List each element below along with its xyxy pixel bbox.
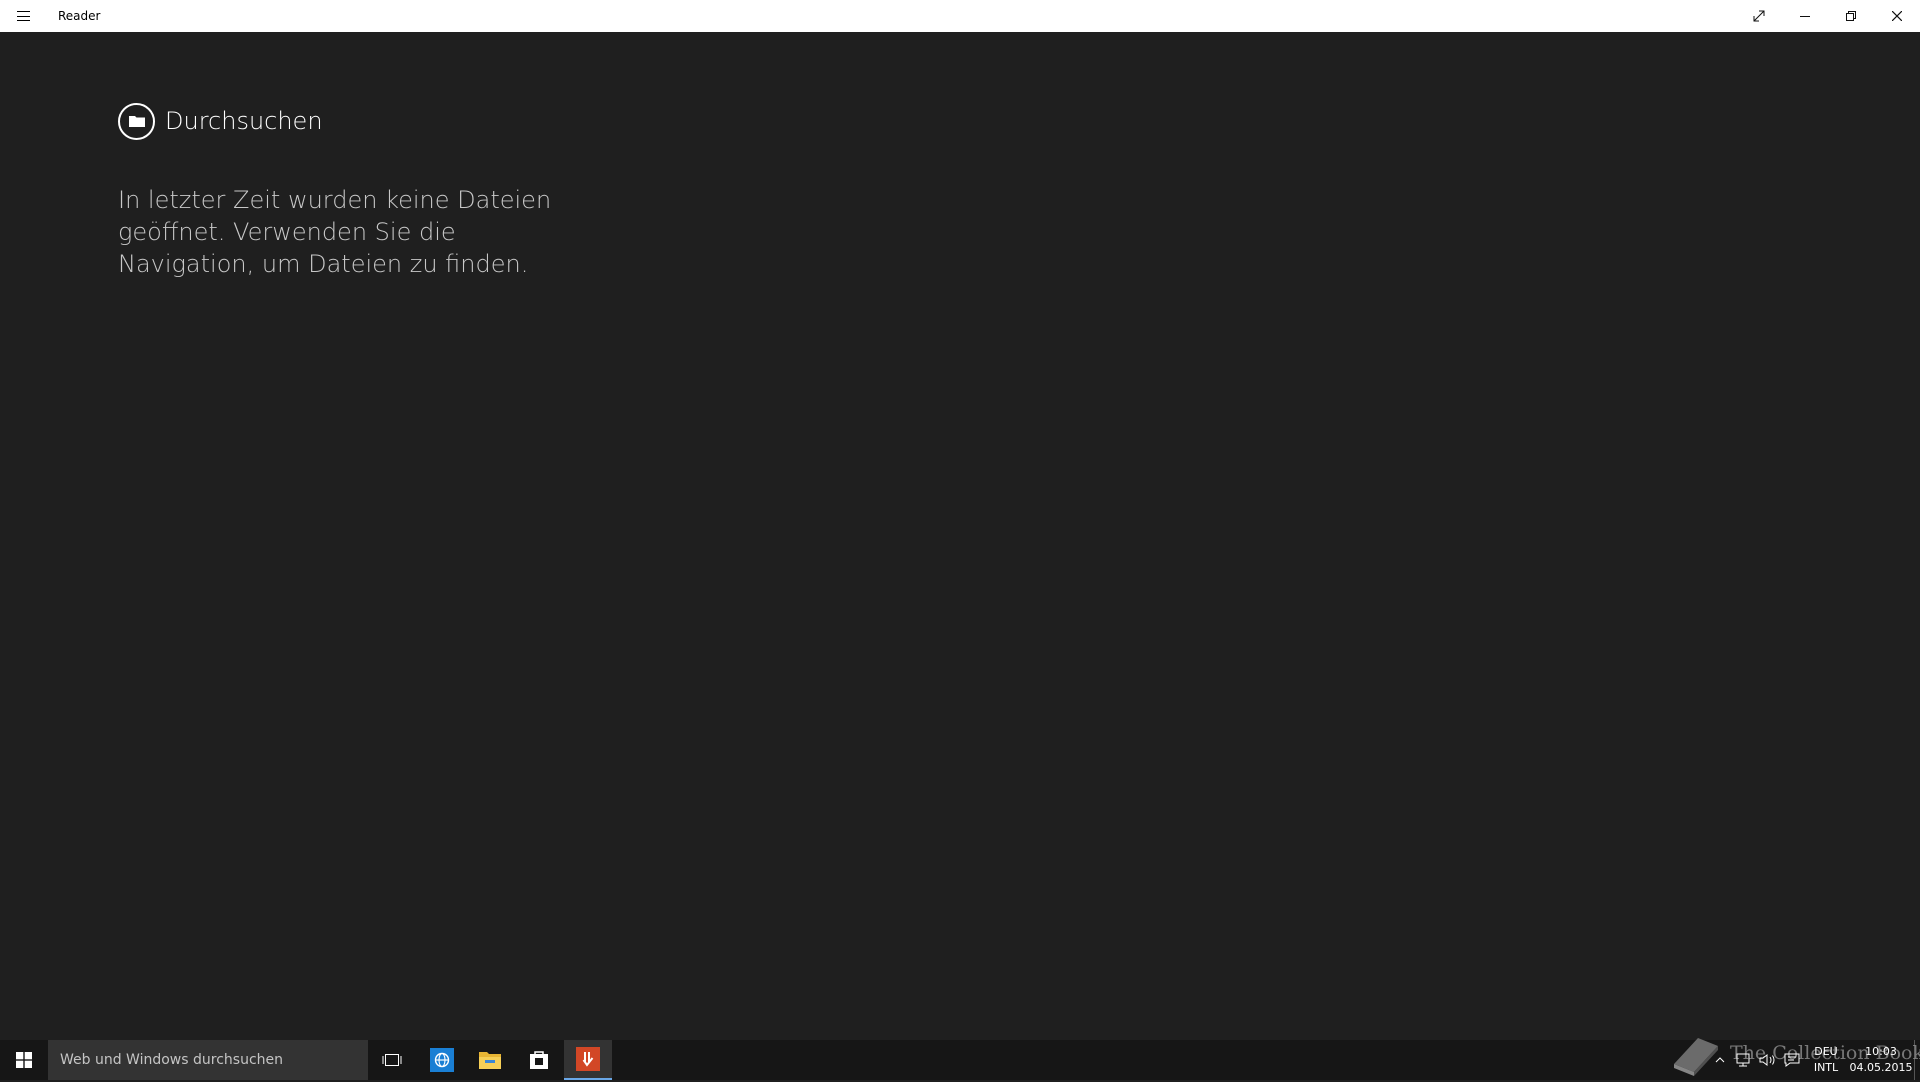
full-screen-button[interactable] [1736,0,1782,32]
volume-button[interactable] [1758,1052,1778,1068]
browse-label: Durchsuchen [165,107,323,135]
keyboard-layout: INTL [1813,1061,1839,1074]
clock-button[interactable]: 10:03 04.05.2015 [1846,1044,1916,1076]
network-icon [1736,1053,1750,1067]
internet-explorer-icon [430,1048,454,1072]
show-hidden-icons-button[interactable] [1710,1052,1730,1068]
speaker-icon [1759,1054,1775,1066]
clock-time: 10:03 [1865,1045,1897,1058]
notification-icon [1784,1053,1800,1067]
close-icon [1892,11,1902,21]
windows-logo-icon [16,1052,32,1068]
chevron-up-icon [1715,1057,1725,1063]
action-center-button[interactable] [1782,1052,1802,1068]
expand-icon [1753,10,1765,22]
minimize-icon [1800,16,1810,17]
system-tray: DEU INTL 10:03 04.05.2015 [1660,1040,1920,1080]
input-language-button[interactable]: DEU INTL [1808,1044,1844,1076]
task-view-button[interactable] [368,1040,416,1080]
title-bar: Reader [0,0,1920,32]
task-view-icon [382,1054,402,1066]
network-button[interactable] [1734,1052,1754,1068]
reader-window: Reader Durchsuchen In letzter Zeit wurde… [0,0,1920,1040]
taskbar: Web und Windows durchsuchen [0,1040,1920,1080]
hamburger-icon [16,11,30,21]
hamburger-menu-button[interactable] [0,0,46,32]
folder-icon [118,102,155,140]
internet-explorer-button[interactable] [418,1040,466,1080]
browse-button[interactable]: Durchsuchen [118,100,323,142]
close-button[interactable] [1874,0,1920,32]
taskbar-search-box[interactable]: Web und Windows durchsuchen [48,1040,368,1080]
restore-button[interactable] [1828,0,1874,32]
minimize-button[interactable] [1782,0,1828,32]
clock-date: 04.05.2015 [1849,1061,1913,1074]
file-explorer-button[interactable] [466,1040,514,1080]
store-button[interactable] [515,1040,563,1080]
start-button[interactable] [0,1040,48,1080]
store-icon [530,1051,548,1069]
empty-state-message: In letzter Zeit wurden keine Dateien geö… [118,186,552,278]
main-content: Durchsuchen In letzter Zeit wurden keine… [0,32,1920,1040]
restore-icon [1846,11,1856,21]
window-title: Reader [58,9,101,23]
language-code: DEU [1814,1045,1838,1058]
reader-app-icon [576,1047,600,1071]
file-explorer-icon [479,1052,501,1069]
reader-button[interactable] [564,1040,612,1080]
